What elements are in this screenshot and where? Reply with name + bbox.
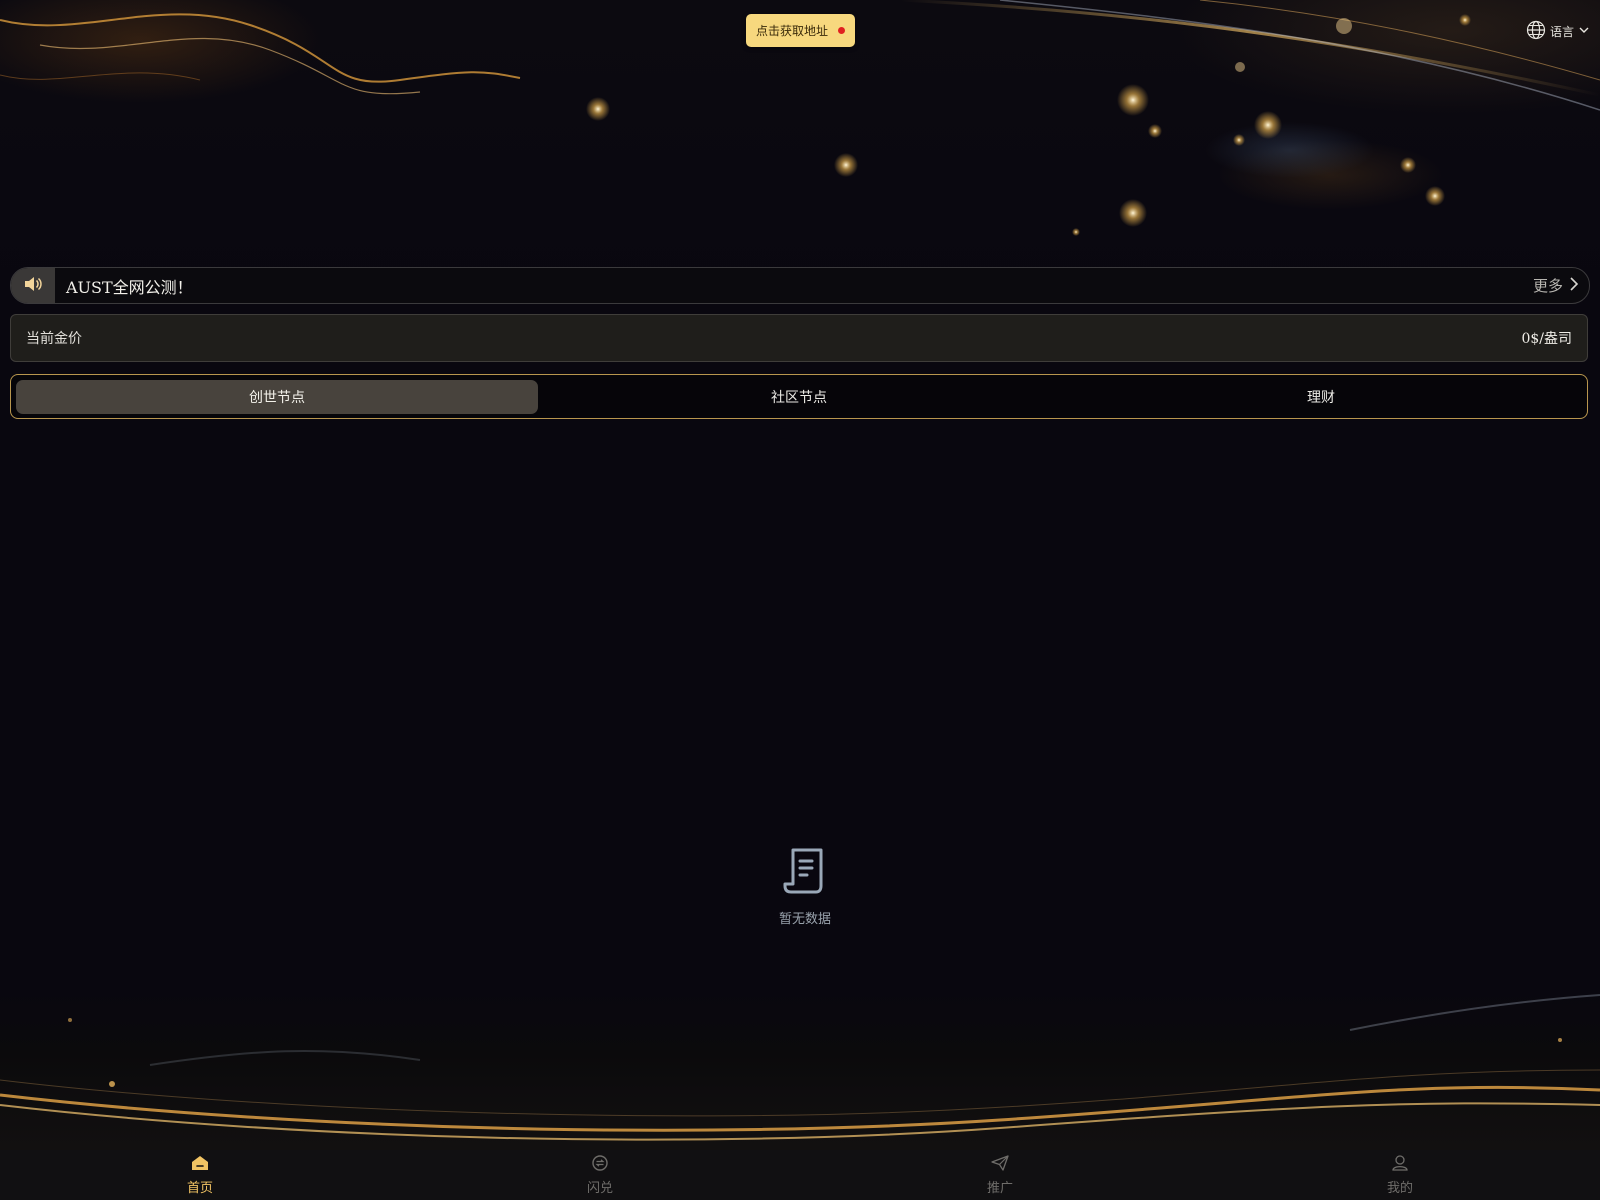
gold-price-label: 当前金价 (26, 331, 82, 347)
tab-community-node[interactable]: 社区节点 (538, 380, 1060, 414)
status-dot (838, 27, 845, 34)
nav-label-exchange: 闪兑 (586, 1180, 613, 1196)
bottom-nav: 首页 闪兑 推广 我的 (0, 1150, 1600, 1200)
notice-more-link[interactable]: 更多 (1533, 275, 1579, 296)
document-icon (783, 846, 827, 900)
chevron-right-icon (1569, 276, 1579, 296)
nav-label-promote: 推广 (986, 1180, 1013, 1196)
home-icon (191, 1155, 209, 1175)
empty-state-text: 暂无数据 (778, 912, 831, 927)
notice-bar[interactable]: AUST全网公测！ 更多 (10, 267, 1590, 304)
app-screen: 点击获取地址 语言 AUST全网公测！ 更多 当前金价 0$/盎司 创世节点 社… (0, 0, 1600, 1200)
nav-item-mine[interactable]: 我的 (1200, 1154, 1600, 1196)
nav-label-home: 首页 (186, 1180, 213, 1196)
language-label: 语言 (1549, 25, 1574, 39)
tab-genesis-node[interactable]: 创世节点 (16, 379, 538, 414)
node-tabs: 创世节点 社区节点 理财 (10, 374, 1588, 419)
empty-state: 暂无数据 (740, 846, 870, 927)
globe-icon (1526, 20, 1546, 43)
nav-item-home[interactable]: 首页 (0, 1155, 400, 1196)
chevron-down-icon (1578, 24, 1590, 39)
tab-wealth-management[interactable]: 理财 (1060, 380, 1582, 414)
footer-background (0, 990, 1600, 1150)
notice-text[interactable]: AUST全网公测！ (66, 274, 1533, 298)
gold-price-value: 0$/盎司 (1521, 331, 1572, 347)
language-switch[interactable]: 语言 (1526, 20, 1590, 43)
gold-price-card: 当前金价 0$/盎司 (10, 314, 1588, 362)
speaker-icon (23, 275, 43, 297)
nav-item-promote[interactable]: 推广 (800, 1154, 1200, 1196)
nav-label-mine: 我的 (1386, 1180, 1413, 1196)
notice-icon-box (11, 268, 55, 303)
exchange-icon (591, 1154, 609, 1175)
get-address-label: 点击获取地址 (755, 24, 828, 38)
nav-item-exchange[interactable]: 闪兑 (400, 1154, 800, 1196)
gold-wave-streaks (0, 994, 1600, 1141)
notice-more-label: 更多 (1532, 277, 1563, 295)
user-icon (1391, 1154, 1409, 1175)
paper-plane-icon (991, 1154, 1009, 1175)
get-address-button[interactable]: 点击获取地址 (746, 14, 855, 47)
